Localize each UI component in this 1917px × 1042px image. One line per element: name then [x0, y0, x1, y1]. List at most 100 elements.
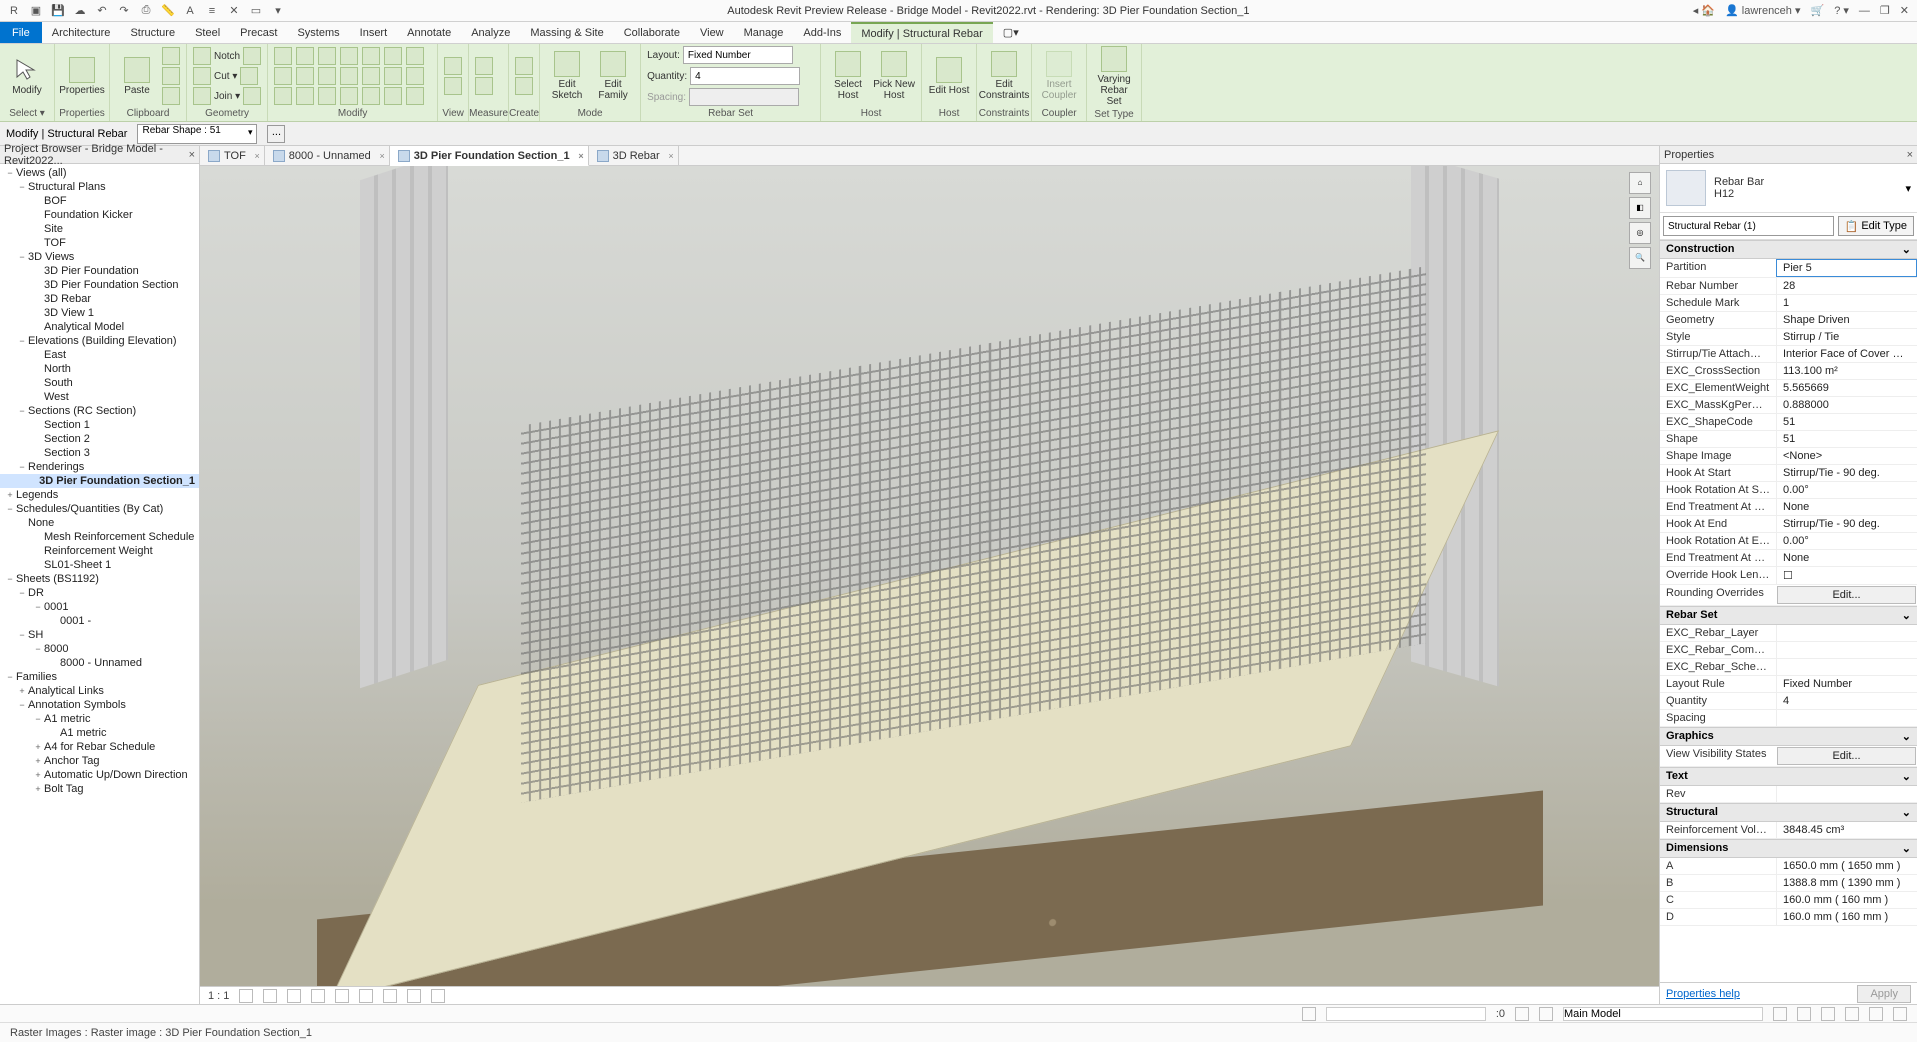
measure-icon[interactable]: 📏 — [160, 3, 176, 19]
prop-row[interactable]: EXC_CrossSection113.100 m² — [1660, 363, 1917, 380]
rotate-icon[interactable] — [296, 87, 314, 105]
tree-item[interactable]: TOF — [0, 236, 199, 250]
prop-row[interactable]: Schedule Mark1 — [1660, 295, 1917, 312]
view-tab[interactable]: 3D Pier Foundation Section_1× — [390, 146, 589, 166]
prop-value[interactable]: <None> — [1776, 448, 1917, 464]
scale-display[interactable]: 1 : 1 — [208, 990, 229, 1002]
menu-tab-add-ins[interactable]: Add-Ins — [793, 22, 851, 43]
prop-value[interactable]: Interior Face of Cover Ref... — [1776, 346, 1917, 362]
offset-icon[interactable] — [296, 47, 314, 65]
crop-view-icon[interactable] — [359, 989, 373, 1003]
help-icon[interactable]: ? ▾ — [1834, 4, 1849, 17]
prop-value[interactable]: 113.100 m² — [1776, 363, 1917, 379]
project-browser-close-icon[interactable]: × — [189, 149, 195, 161]
collapse-icon[interactable]: ⌄ — [1902, 806, 1911, 819]
prop-row[interactable]: EXC_Rebar_Schedule_No — [1660, 659, 1917, 676]
menu-tab-precast[interactable]: Precast — [230, 22, 287, 43]
menu-tab-massing-site[interactable]: Massing & Site — [520, 22, 613, 43]
prop-value[interactable]: Shape Driven — [1776, 312, 1917, 328]
filter-icon[interactable] — [1515, 1007, 1529, 1021]
tree-item[interactable]: Foundation Kicker — [0, 208, 199, 222]
exchange-icon[interactable]: 🛒 — [1811, 4, 1825, 17]
prop-group-header[interactable]: Construction⌄ — [1660, 240, 1917, 259]
menu-tab-view[interactable]: View — [690, 22, 734, 43]
tree-item[interactable]: BOF — [0, 194, 199, 208]
copy2-icon[interactable] — [274, 87, 292, 105]
prop-row[interactable]: Hook Rotation At Start0.00° — [1660, 482, 1917, 499]
expand-icon[interactable]: − — [4, 168, 16, 178]
tree-item[interactable]: +Bolt Tag — [0, 782, 199, 796]
prop-value[interactable]: None — [1776, 550, 1917, 566]
prop-value[interactable]: 0.00° — [1776, 482, 1917, 498]
expand-icon[interactable]: − — [16, 700, 28, 710]
main-model-combo[interactable] — [1563, 1007, 1763, 1021]
prop-value[interactable]: 28 — [1776, 278, 1917, 294]
prop-row[interactable]: Rebar Number28 — [1660, 278, 1917, 295]
view-tab-close-icon[interactable]: × — [668, 151, 673, 161]
prop-value[interactable]: 1388.8 mm ( 1390 mm ) — [1776, 875, 1917, 891]
tree-item[interactable]: 3D View 1 — [0, 306, 199, 320]
edit-family-button[interactable]: Edit Family — [592, 51, 634, 101]
prop-value[interactable] — [1776, 659, 1917, 675]
selection-filter-combo[interactable] — [1663, 216, 1834, 236]
move-icon[interactable] — [274, 67, 292, 85]
tree-item[interactable]: −DR — [0, 586, 199, 600]
tree-item[interactable]: −Schedules/Quantities (By Cat) — [0, 502, 199, 516]
tree-item[interactable]: 0001 - — [0, 614, 199, 628]
expand-icon[interactable]: − — [32, 644, 44, 654]
prop-value[interactable]: 4 — [1776, 693, 1917, 709]
collapse-icon[interactable]: ⌄ — [1902, 770, 1911, 783]
prop-group-header[interactable]: Graphics⌄ — [1660, 727, 1917, 746]
crop-visible-icon[interactable] — [383, 989, 397, 1003]
tree-item[interactable]: −Structural Plans — [0, 180, 199, 194]
viewcube-icon[interactable]: ◧ — [1629, 197, 1651, 219]
match-icon[interactable] — [162, 87, 180, 105]
prop-value[interactable]: ☐ — [1776, 567, 1917, 584]
expand-icon[interactable]: + — [16, 686, 28, 696]
prop-row[interactable]: Shape51 — [1660, 431, 1917, 448]
prop-row[interactable]: Reinforcement Volume3848.45 cm³ — [1660, 822, 1917, 839]
expand-icon[interactable]: − — [4, 504, 16, 514]
drawing-canvas[interactable]: ⌂ ◧ ◎ 🔍 — [200, 166, 1659, 986]
collapse-icon[interactable]: ⌄ — [1902, 243, 1911, 256]
close-views-icon[interactable]: ✕ — [226, 3, 242, 19]
property-grid[interactable]: Construction⌄PartitionPier 5Rebar Number… — [1660, 240, 1917, 982]
prop-group-header[interactable]: Dimensions⌄ — [1660, 839, 1917, 858]
tree-item[interactable]: +Anchor Tag — [0, 754, 199, 768]
text-icon[interactable]: A — [182, 3, 198, 19]
edit-host-button[interactable]: Edit Host — [928, 57, 970, 96]
prop-group-header[interactable]: Structural⌄ — [1660, 803, 1917, 822]
prop-row[interactable]: GeometryShape Driven — [1660, 312, 1917, 329]
tree-item[interactable]: +A4 for Rebar Schedule — [0, 740, 199, 754]
reveal-hidden-icon[interactable] — [431, 989, 445, 1003]
prop-row[interactable]: Hook Rotation At End0.00° — [1660, 533, 1917, 550]
expand-icon[interactable]: − — [16, 252, 28, 262]
select-face-icon[interactable] — [1845, 1007, 1859, 1021]
varying-rebar-set-button[interactable]: Varying Rebar Set — [1093, 46, 1135, 107]
expand-icon[interactable]: − — [32, 602, 44, 612]
prop-row[interactable]: StyleStirrup / Tie — [1660, 329, 1917, 346]
quantity-input[interactable] — [690, 67, 800, 85]
align-icon[interactable] — [274, 47, 292, 65]
project-browser-tree[interactable]: −Views (all)−Structural PlansBOFFoundati… — [0, 164, 199, 1004]
expand-icon[interactable]: − — [16, 462, 28, 472]
tree-item[interactable]: Section 2 — [0, 432, 199, 446]
prop-group-header[interactable]: Rebar Set⌄ — [1660, 606, 1917, 625]
thin-lines-icon[interactable]: ≡ — [204, 3, 220, 19]
scale-icon[interactable] — [340, 67, 358, 85]
tree-item[interactable]: A1 metric — [0, 726, 199, 740]
prop-row[interactable]: PartitionPier 5 — [1660, 259, 1917, 278]
prop-value[interactable]: Stirrup/Tie - 90 deg. — [1776, 465, 1917, 481]
tree-item[interactable]: 8000 - Unnamed — [0, 656, 199, 670]
prop-row[interactable]: EXC_ElementWeight5.565669 — [1660, 380, 1917, 397]
tree-item[interactable]: South — [0, 376, 199, 390]
zoom-nav-icon[interactable]: 🔍 — [1629, 247, 1651, 269]
expand-icon[interactable]: + — [4, 490, 16, 500]
tree-item[interactable]: −Annotation Symbols — [0, 698, 199, 712]
prop-row[interactable]: Override Hook Lengths☐ — [1660, 567, 1917, 585]
view-tab-close-icon[interactable]: × — [379, 151, 384, 161]
tree-item[interactable]: −Views (all) — [0, 166, 199, 180]
prop-value[interactable]: 51 — [1776, 431, 1917, 447]
pick-new-host-button[interactable]: Pick New Host — [873, 51, 915, 101]
tree-item[interactable]: Mesh Reinforcement Schedule — [0, 530, 199, 544]
